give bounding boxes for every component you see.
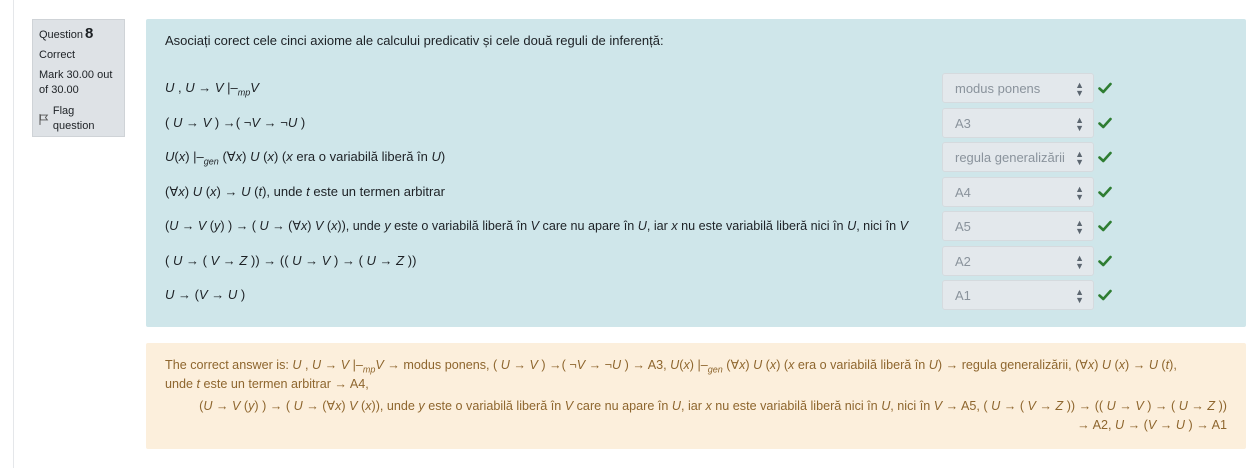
match-row: (∀x) U (x) → U (t), unde t este un terme… bbox=[146, 176, 1246, 208]
feedback-line-3: (U → V (y) ) → ( U → (∀x) V (x)), unde y… bbox=[199, 399, 1227, 413]
select-arrows-icon: ▲ ▼ bbox=[1075, 80, 1084, 98]
answer-select[interactable]: A3 ▲ ▼ bbox=[942, 108, 1094, 138]
question-number-value: 8 bbox=[85, 25, 94, 42]
answer-select[interactable]: A1 ▲ ▼ bbox=[942, 280, 1094, 310]
answer-select[interactable]: modus ponens ▲ ▼ bbox=[942, 73, 1094, 103]
feedback-answer: A3 bbox=[647, 358, 664, 372]
page-left-border bbox=[13, 0, 14, 468]
match-stem: U , U → V |–mpV bbox=[165, 80, 259, 98]
question-text: Asociați corect cele cinci axiome ale ca… bbox=[165, 33, 664, 48]
match-row: U(x) |–gen (∀x) U (x) (x era o variabilă… bbox=[146, 141, 1246, 173]
feedback-answer: A2 bbox=[1092, 418, 1108, 432]
match-stem: (∀x) U (x) → U (t), unde t este un terme… bbox=[165, 184, 445, 199]
match-row: ( U → V ) →( ¬V → ¬U ) A3 ▲ ▼ bbox=[146, 107, 1246, 139]
match-row: U , U → V |–mpV modus ponens ▲ ▼ bbox=[146, 72, 1246, 104]
correct-check-icon bbox=[1098, 186, 1112, 198]
feedback-answer: regula generalizării bbox=[961, 358, 1069, 372]
answer-select[interactable]: A5 ▲ ▼ bbox=[942, 211, 1094, 241]
select-arrows-icon: ▲ ▼ bbox=[1075, 184, 1084, 202]
feedback-line-2: unde t este un termen arbitrar → A4, bbox=[165, 377, 369, 391]
correct-check-icon bbox=[1098, 255, 1112, 267]
select-arrows-icon: ▲ ▼ bbox=[1075, 115, 1084, 133]
answer-select[interactable]: regula generalizării ▲ ▼ bbox=[942, 142, 1094, 172]
answer-select-value: modus ponens bbox=[955, 81, 1041, 96]
feedback-line-4: → A2, U → (V → U ) → A1 bbox=[1077, 418, 1227, 432]
select-arrows-icon: ▲ ▼ bbox=[1075, 149, 1084, 167]
answer-select-value: A4 bbox=[955, 185, 971, 200]
correct-check-icon bbox=[1098, 82, 1112, 94]
answer-select[interactable]: A4 ▲ ▼ bbox=[942, 177, 1094, 207]
question-state: Correct bbox=[39, 49, 76, 61]
answer-select-value: A3 bbox=[955, 116, 971, 131]
question-formulation: Asociați corect cele cinci axiome ale ca… bbox=[146, 19, 1246, 327]
correct-check-icon bbox=[1098, 220, 1112, 232]
answer-select[interactable]: A2 ▲ ▼ bbox=[942, 246, 1094, 276]
answer-select-value: A5 bbox=[955, 219, 971, 234]
select-arrows-icon: ▲ ▼ bbox=[1075, 287, 1084, 305]
question-info-panel: Question 8 Correct Mark 30.00 out of 30.0… bbox=[32, 19, 125, 137]
feedback-answer: A4 bbox=[349, 377, 366, 391]
answer-select-value: regula generalizării bbox=[955, 150, 1065, 165]
question-mark-line1: Mark 30.00 out bbox=[39, 69, 113, 81]
feedback-line-1: The correct answer is: U , U → V |–mpV →… bbox=[165, 358, 1177, 375]
answer-select-value: A2 bbox=[955, 254, 971, 269]
match-stem: (U → V (y) ) → ( U → (∀x) V (x)), unde y… bbox=[165, 219, 908, 233]
match-row: (U → V (y) ) → ( U → (∀x) V (x)), unde y… bbox=[146, 210, 1246, 242]
question-label: Question bbox=[39, 29, 84, 41]
flag-question-button[interactable]: Flag question bbox=[39, 104, 118, 134]
select-arrows-icon: ▲ ▼ bbox=[1075, 253, 1084, 271]
correct-check-icon bbox=[1098, 151, 1112, 163]
feedback-answer: A1 bbox=[1211, 418, 1227, 432]
correct-answer-feedback: The correct answer is: U , U → V |–mpV →… bbox=[146, 343, 1246, 449]
match-row: ( U → ( V → Z )) → (( U → V ) → ( U → Z … bbox=[146, 245, 1246, 277]
match-stem: ( U → V ) →( ¬V → ¬U ) bbox=[165, 115, 306, 130]
question-mark-line2: of 30.00 bbox=[39, 84, 79, 96]
feedback-answer: modus ponens bbox=[403, 358, 487, 372]
flag-question-label: Flag question bbox=[52, 105, 95, 132]
match-row: U → (V → U ) A1 ▲ ▼ bbox=[146, 279, 1246, 311]
question-number: Question 8 bbox=[39, 26, 118, 43]
correct-check-icon bbox=[1098, 117, 1112, 129]
match-stem: ( U → ( V → Z )) → (( U → V ) → ( U → Z … bbox=[165, 253, 417, 268]
match-stem: U(x) |–gen (∀x) U (x) (x era o variabilă… bbox=[165, 149, 446, 167]
correct-check-icon bbox=[1098, 289, 1112, 301]
flag-icon bbox=[39, 113, 49, 125]
select-arrows-icon: ▲ ▼ bbox=[1075, 218, 1084, 236]
answer-select-value: A1 bbox=[955, 288, 971, 303]
match-stem: U → (V → U ) bbox=[165, 287, 246, 302]
feedback-answer: A5 bbox=[961, 399, 977, 413]
feedback-intro: The correct answer is: bbox=[165, 358, 289, 372]
